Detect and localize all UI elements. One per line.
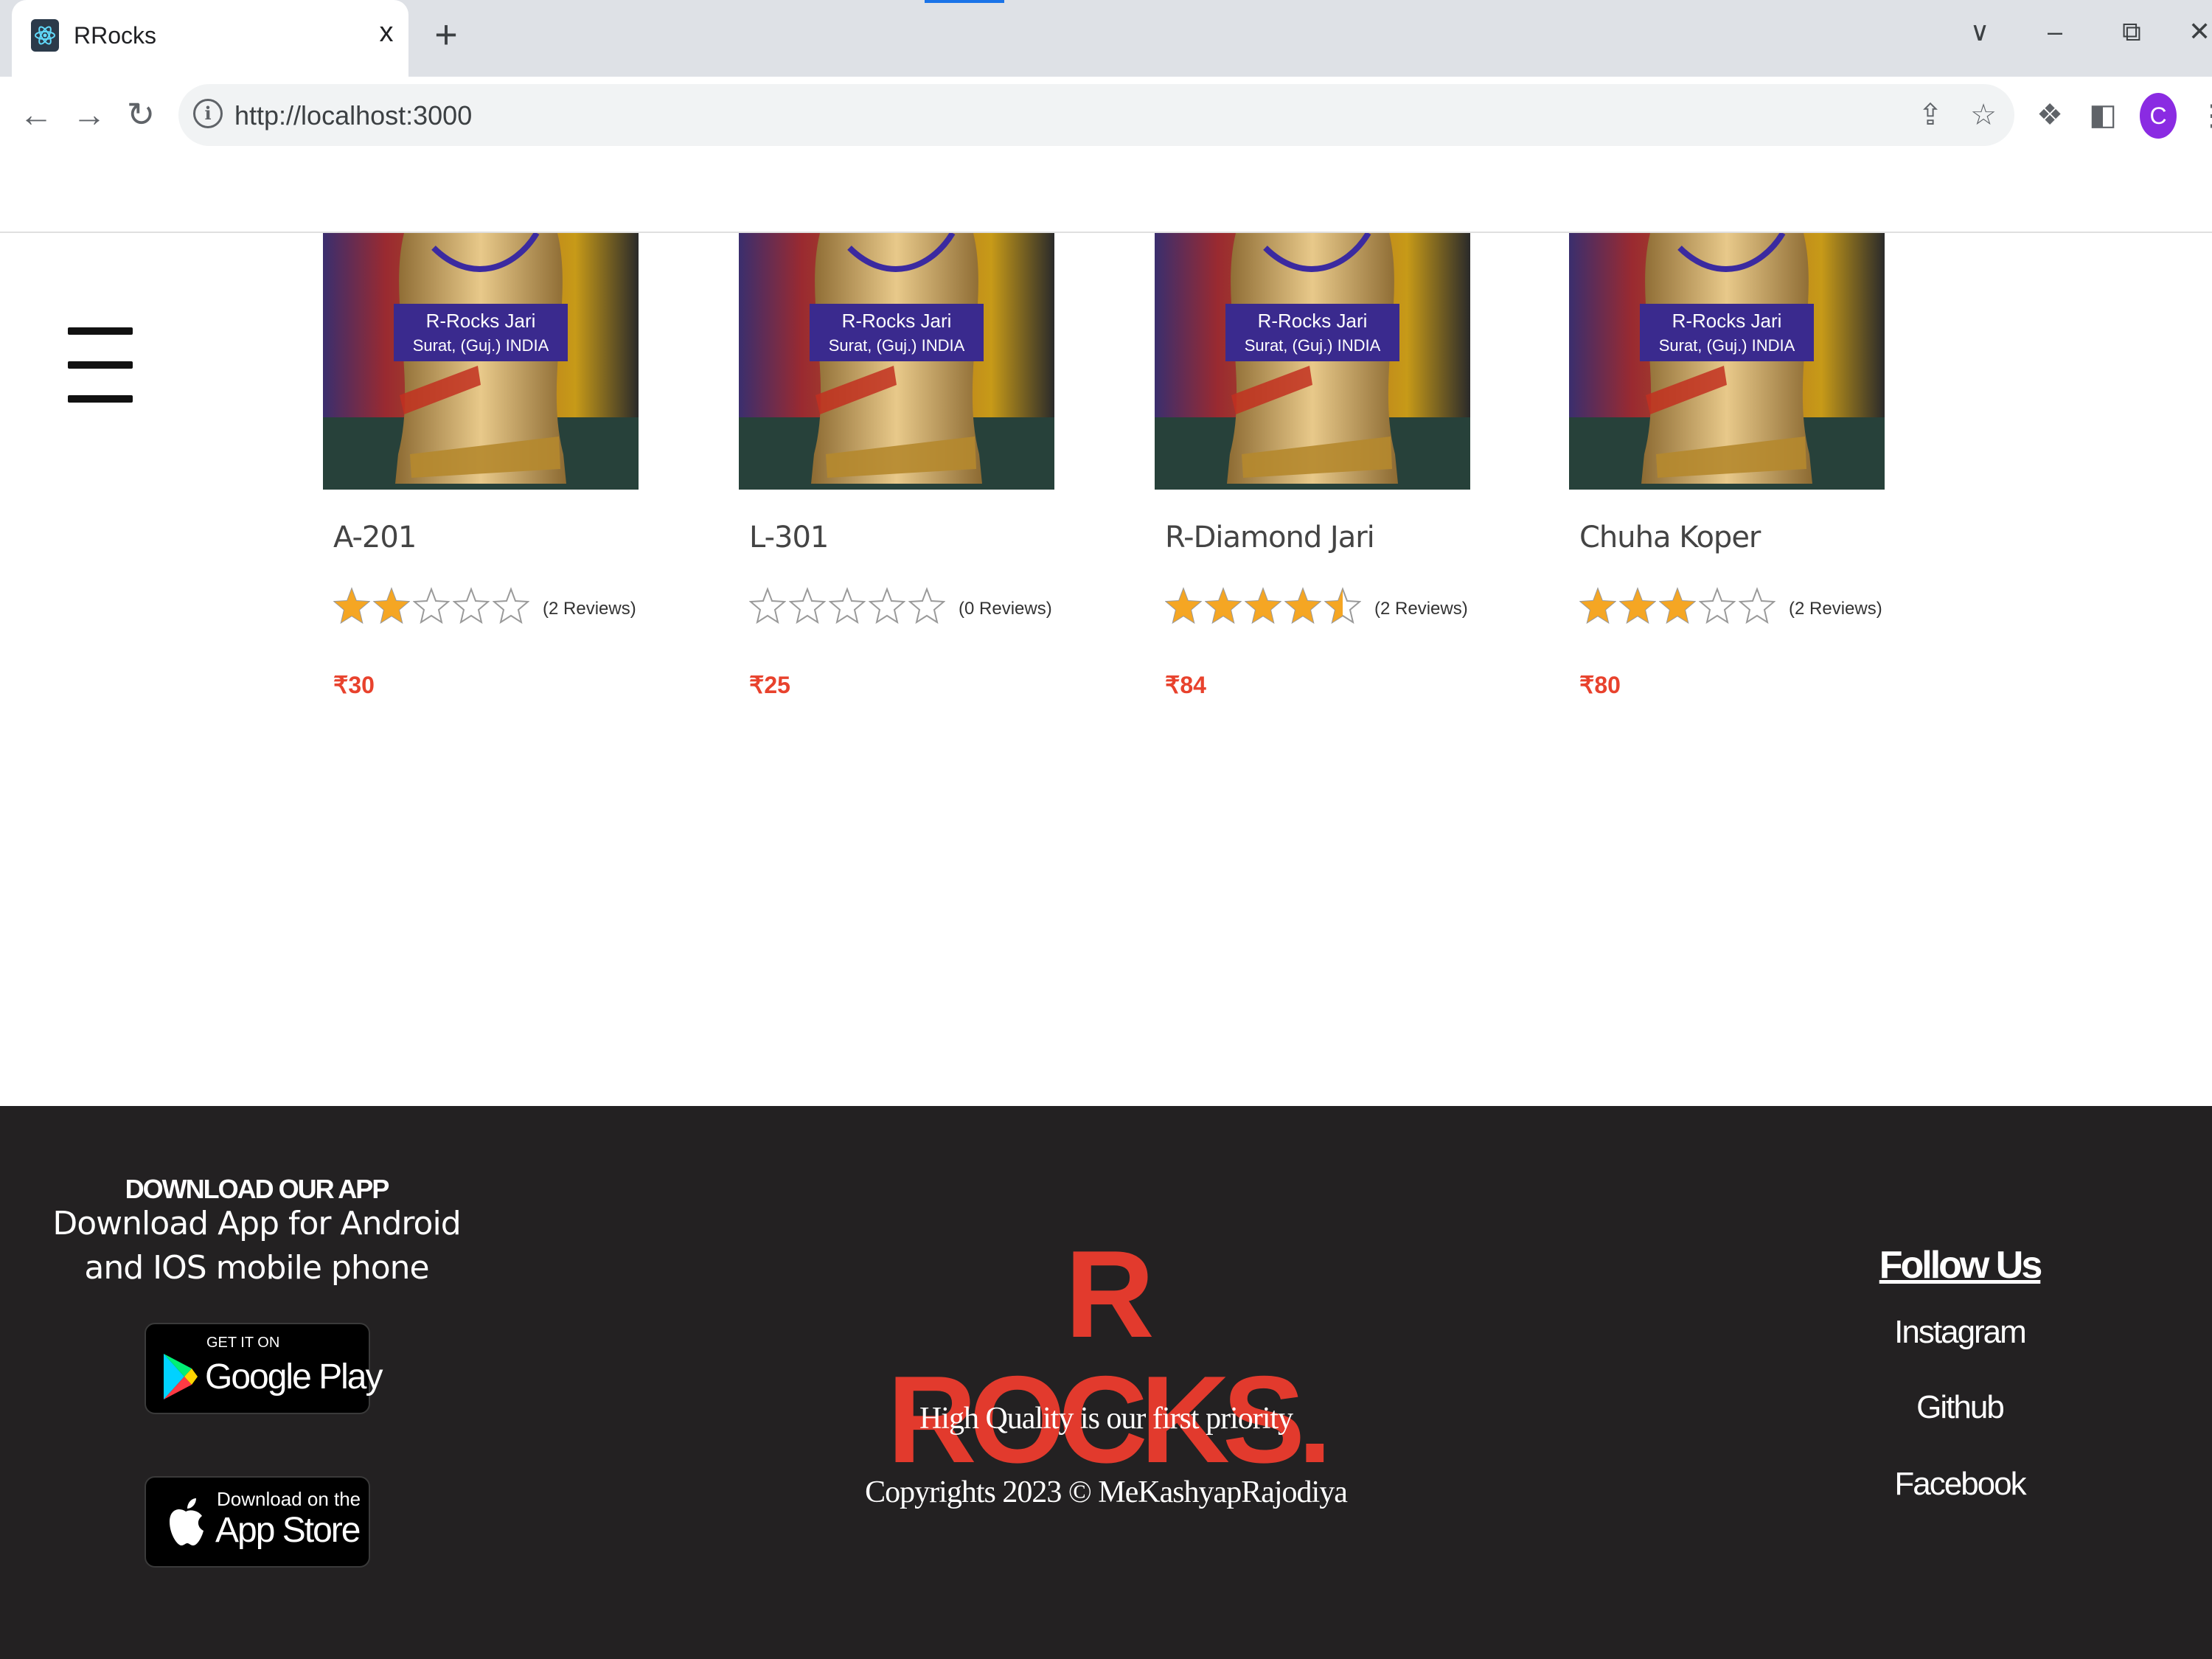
- product-image-label-line1: R-Rocks Jari: [1258, 310, 1368, 332]
- rating-star-icon: [413, 587, 450, 625]
- google-play-small-text: GET IT ON: [206, 1335, 280, 1351]
- rating-star-icon: [1165, 587, 1202, 625]
- product-image[interactable]: R-Rocks Jari Surat, (Guj.) INDIA: [739, 233, 1054, 490]
- product-image-label-line1: R-Rocks Jari: [1672, 310, 1782, 332]
- new-tab-button[interactable]: +: [428, 15, 465, 55]
- reload-icon[interactable]: ↻: [122, 96, 159, 133]
- rating-star-icon: [789, 587, 826, 625]
- rating-star-icon: [869, 587, 905, 625]
- address-url[interactable]: http://localhost:3000: [234, 100, 472, 131]
- tab-title: RRocks: [74, 22, 157, 49]
- rating-star-icon: [453, 587, 490, 625]
- browser-menu-icon[interactable]: ⋮: [2197, 96, 2212, 136]
- site-info-icon[interactable]: i: [193, 99, 223, 128]
- brand-logo: R ROCKS.: [887, 1225, 1332, 1489]
- rating-star-icon: [1619, 587, 1656, 625]
- review-count: (0 Reviews): [959, 599, 1052, 619]
- product-card[interactable]: R-Rocks Jari Surat, (Guj.) INDIA R-Diamon…: [1155, 233, 1470, 720]
- follow-us-heading: Follow Us: [1879, 1244, 2043, 1287]
- rating-star-icon: [1324, 587, 1361, 625]
- browser-tab-bar: RRocks x + ∨ – ⧉ ✕: [0, 0, 2212, 77]
- product-price: ₹84: [1165, 672, 1206, 698]
- restore-window-icon[interactable]: ⧉: [2113, 13, 2150, 50]
- rating-star-icon: [1739, 587, 1775, 625]
- review-count: (2 Reviews): [543, 599, 636, 619]
- footer-copyright: Copyrights 2023 © MeKashyapRajodiya: [865, 1475, 1348, 1509]
- react-favicon-icon: [31, 19, 59, 52]
- minimize-window-icon[interactable]: –: [2037, 13, 2073, 50]
- product-card[interactable]: R-Rocks Jari Surat, (Guj.) INDIA Chuha Ko…: [1569, 233, 1885, 720]
- google-play-big-text: Google Play: [205, 1357, 383, 1397]
- product-card[interactable]: R-Rocks Jari Surat, (Guj.) INDIA L-301 (0…: [739, 233, 1054, 720]
- product-price: ₹80: [1579, 672, 1621, 698]
- rating-star-icon: [1579, 587, 1616, 625]
- app-store-badge[interactable]: Download on the App Store: [145, 1476, 370, 1568]
- back-arrow-icon[interactable]: ←: [18, 96, 55, 133]
- product-name[interactable]: Chuha Koper: [1579, 521, 1761, 554]
- rating-star-icon: [829, 587, 866, 625]
- tab-search-chevron-icon[interactable]: ∨: [1961, 13, 1998, 50]
- rating-star-icon: [1284, 587, 1321, 625]
- product-name[interactable]: L-301: [749, 521, 829, 554]
- instagram-link[interactable]: Instagram: [1843, 1314, 2076, 1351]
- facebook-link[interactable]: Facebook: [1843, 1466, 2076, 1503]
- product-image-label-line2: Surat, (Guj.) INDIA: [1659, 336, 1795, 355]
- side-panel-icon[interactable]: ◧: [2085, 97, 2121, 133]
- tab-close-icon[interactable]: x: [370, 16, 403, 49]
- product-name[interactable]: R-Diamond Jari: [1165, 521, 1375, 554]
- product-image-label-line1: R-Rocks Jari: [842, 310, 952, 332]
- app-store-big-text: App Store: [215, 1511, 361, 1550]
- site-footer: DOWNLOAD OUR APP Download App for Androi…: [0, 1106, 2212, 1659]
- browser-tab[interactable]: RRocks x: [12, 0, 408, 77]
- product-name[interactable]: A-201: [333, 521, 417, 554]
- product-price: ₹30: [333, 672, 375, 698]
- product-image-label-line2: Surat, (Guj.) INDIA: [829, 336, 965, 355]
- rating-star-icon: [1699, 587, 1736, 625]
- address-bar[interactable]: i http://localhost:3000 ⇪ ☆: [178, 84, 2014, 146]
- review-count: (2 Reviews): [1789, 599, 1882, 619]
- github-link[interactable]: Github: [1843, 1389, 2076, 1426]
- product-price: ₹25: [749, 672, 790, 698]
- review-count: (2 Reviews): [1374, 599, 1468, 619]
- google-play-badge[interactable]: GET IT ON Google Play: [145, 1323, 383, 1414]
- bookmark-star-icon[interactable]: ☆: [1966, 97, 2001, 133]
- hamburger-menu-icon[interactable]: [68, 324, 133, 407]
- forward-arrow-icon[interactable]: →: [71, 96, 108, 133]
- footer-tagline: High Quality is our first priority: [919, 1402, 1293, 1436]
- product-image[interactable]: R-Rocks Jari Surat, (Guj.) INDIA: [1569, 233, 1885, 490]
- google-play-icon: [164, 1354, 198, 1399]
- rating-star-icon: [493, 587, 529, 625]
- product-card[interactable]: R-Rocks Jari Surat, (Guj.) INDIA A-201 (2…: [323, 233, 639, 720]
- rating-star-icon: [1245, 587, 1281, 625]
- product-image[interactable]: R-Rocks Jari Surat, (Guj.) INDIA: [323, 233, 639, 490]
- rating-star-icon: [1205, 587, 1242, 625]
- extensions-puzzle-icon[interactable]: ❖: [2032, 97, 2067, 133]
- loading-indicator: [925, 0, 1004, 3]
- share-icon[interactable]: ⇪: [1913, 97, 1948, 133]
- product-image-label-line2: Surat, (Guj.) INDIA: [1245, 336, 1381, 355]
- download-app-heading: DOWNLOAD OUR APP: [125, 1174, 390, 1204]
- app-store-small-text: Download on the: [217, 1488, 361, 1510]
- browser-toolbar: ← → ↻ i http://localhost:3000 ⇪ ☆ ❖ ◧ C …: [0, 77, 2212, 158]
- product-image-label-line1: R-Rocks Jari: [426, 310, 536, 332]
- rating-star-icon: [908, 587, 945, 625]
- product-image[interactable]: R-Rocks Jari Surat, (Guj.) INDIA: [1155, 233, 1470, 490]
- download-app-text: Download App for Android and IOS mobile …: [52, 1205, 461, 1287]
- product-image-label-line2: Surat, (Guj.) INDIA: [413, 336, 549, 355]
- apple-icon: [170, 1498, 204, 1545]
- rating-star-icon: [749, 587, 786, 625]
- close-window-icon[interactable]: ✕: [2188, 13, 2212, 50]
- rating-star-icon: [373, 587, 410, 625]
- rating-star-icon: [333, 587, 370, 625]
- profile-avatar[interactable]: C: [2140, 93, 2177, 139]
- rating-star-icon: [1659, 587, 1696, 625]
